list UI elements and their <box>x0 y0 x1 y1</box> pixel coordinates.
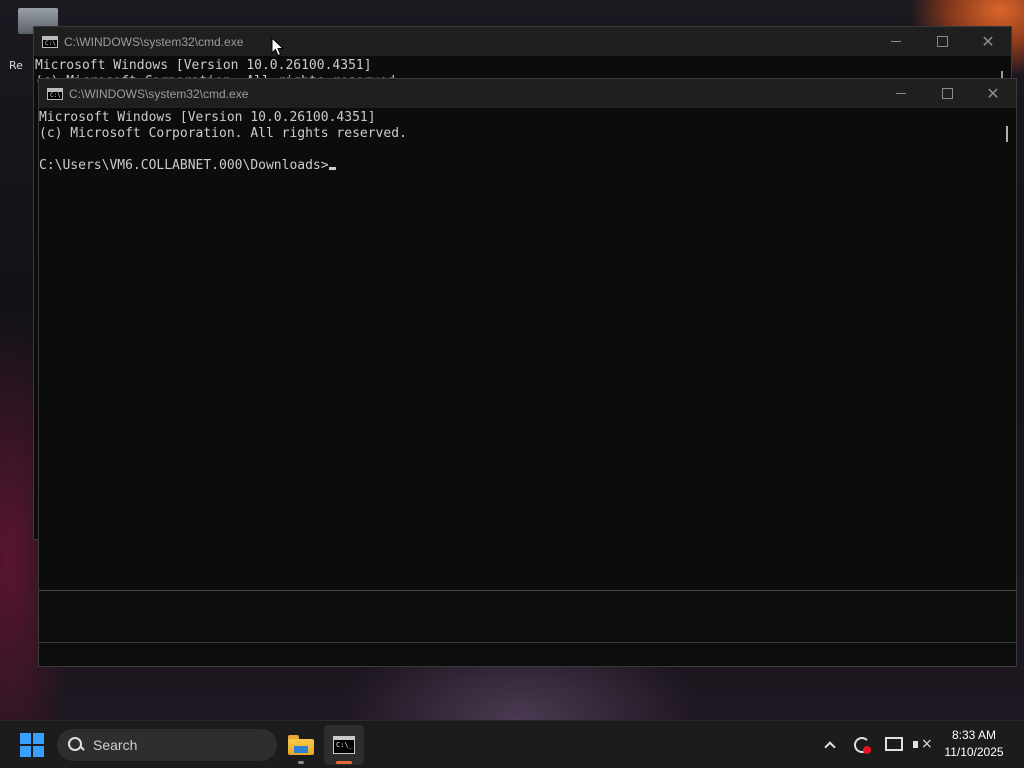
maximize-button[interactable] <box>919 27 965 56</box>
sync-status[interactable] <box>848 731 876 759</box>
cmd-window-active[interactable]: C:\ C:\WINDOWS\system32\cmd.exe ✕ Micros… <box>38 78 1017 667</box>
desktop-icon-label: Re <box>9 59 23 72</box>
minimize-button[interactable] <box>878 79 924 108</box>
start-button[interactable] <box>16 731 48 759</box>
command-prompt: C:\Users\VM6.COLLABNET.000\Downloads> <box>39 158 329 173</box>
running-indicator <box>298 761 304 764</box>
cmd-icon: C:\ <box>47 87 63 100</box>
clock-date: 11/10/2025 <box>944 745 1004 759</box>
window-title: C:\WINDOWS\system32\cmd.exe <box>69 86 249 101</box>
search-placeholder: Search <box>93 737 138 753</box>
pane-divider <box>39 642 1016 643</box>
cmd-icon: C:\ <box>42 35 58 48</box>
console-output[interactable]: Microsoft Windows [Version 10.0.26100.43… <box>39 110 1016 174</box>
scrollbar-thumb[interactable] <box>1006 126 1008 142</box>
taskbar-command-prompt[interactable]: C:\_ <box>324 725 364 765</box>
scrollbar-track[interactable] <box>1000 108 1016 590</box>
network-status[interactable] <box>880 731 908 759</box>
console-line: (c) Microsoft Corporation. All rights re… <box>39 126 407 141</box>
title-bar[interactable]: C:\ C:\WINDOWS\system32\cmd.exe ✕ <box>34 27 1011 56</box>
window-controls: ✕ <box>878 79 1016 108</box>
active-indicator <box>336 761 352 764</box>
taskbar-clock[interactable]: 8:33 AM 11/10/2025 <box>936 727 1012 761</box>
search-icon <box>67 736 85 754</box>
console-line: Microsoft Windows [Version 10.0.26100.43… <box>39 110 376 125</box>
volume-muted-icon <box>913 736 933 753</box>
folder-icon <box>288 735 314 755</box>
taskbar: Search C:\_ 8:33 AM 11/10/2025 <box>0 720 1024 768</box>
window-controls: ✕ <box>873 27 1011 56</box>
windows-logo-icon <box>20 746 31 757</box>
minimize-button[interactable] <box>873 27 919 56</box>
show-hidden-icons-button[interactable] <box>816 731 844 759</box>
taskbar-file-explorer[interactable] <box>281 725 321 765</box>
close-button[interactable]: ✕ <box>965 27 1011 56</box>
sync-icon <box>853 736 871 754</box>
console-line-blank: ​ <box>39 142 1016 158</box>
command-prompt-line[interactable]: C:\Users\VM6.COLLABNET.000\Downloads> <box>39 158 1016 174</box>
console-line: Microsoft Windows [Version 10.0.26100.43… <box>35 58 372 73</box>
maximize-button[interactable] <box>924 79 970 108</box>
windows-logo-icon <box>33 746 44 757</box>
chevron-up-icon <box>824 741 836 753</box>
volume-status[interactable] <box>908 731 936 759</box>
window-lower-pane <box>39 590 1016 666</box>
close-button[interactable]: ✕ <box>970 79 1016 108</box>
clock-time: 8:33 AM <box>951 728 997 742</box>
window-title: C:\WINDOWS\system32\cmd.exe <box>64 34 244 49</box>
text-cursor <box>328 167 336 170</box>
network-icon <box>885 737 903 753</box>
cmd-icon: C:\_ <box>333 736 355 754</box>
system-tray <box>816 721 936 768</box>
windows-logo-icon <box>20 733 31 744</box>
taskbar-search[interactable]: Search <box>57 729 277 761</box>
windows-logo-icon <box>33 733 44 744</box>
title-bar[interactable]: C:\ C:\WINDOWS\system32\cmd.exe ✕ <box>39 79 1016 108</box>
mouse-pointer-icon <box>271 37 285 57</box>
